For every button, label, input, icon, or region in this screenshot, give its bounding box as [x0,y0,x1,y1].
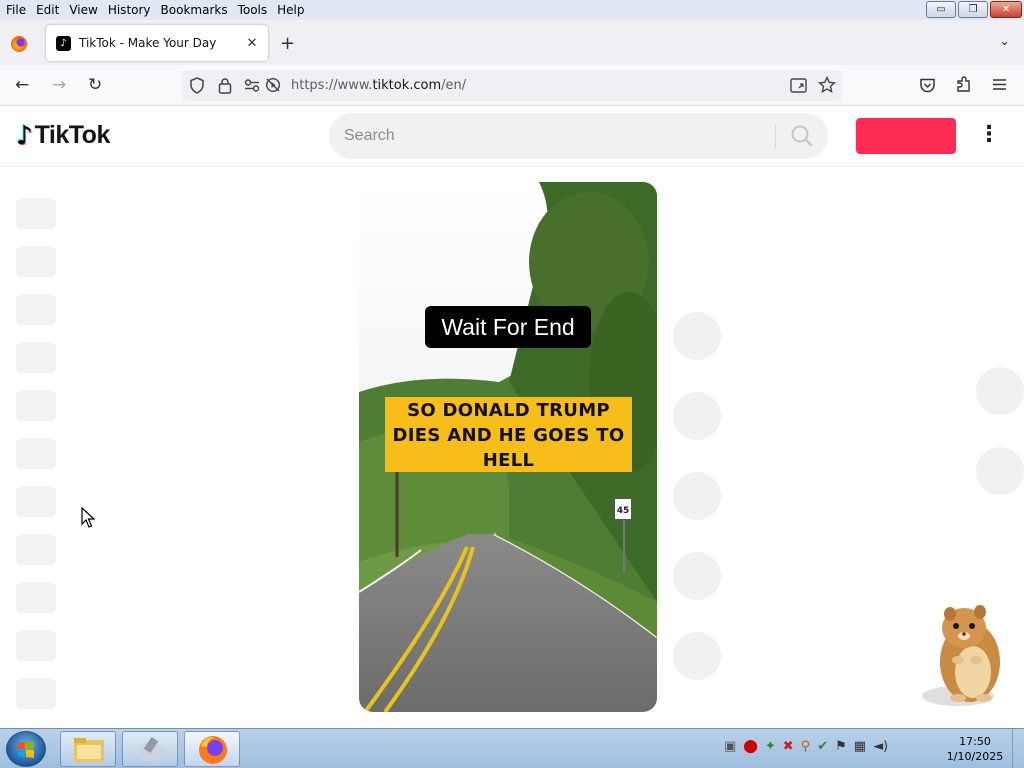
url-text[interactable]: https://www.tiktok.com/en/ [291,78,466,93]
tab-title: TikTok - Make Your Day [79,36,217,50]
sidebar-skeleton-item [16,294,56,325]
mouse-cursor-icon [81,507,95,528]
security-shield-icon[interactable]: ✔ [817,739,828,754]
caption-line: SO DONALD TRUMP [407,400,610,421]
nav-bar: ← → ↻ https://www.tiktok.com/en/ [0,65,1024,106]
search-input[interactable] [344,125,764,147]
tiktok-note-icon: ♪ [16,120,33,151]
restore-button[interactable]: ❐ [958,1,988,18]
url-bar[interactable]: https://www.tiktok.com/en/ [182,70,842,101]
tracking-shield-icon[interactable] [189,77,205,94]
search-box [329,113,828,159]
extensions-icon[interactable] [955,76,973,94]
action-center-flag-icon[interactable]: ⚑ [835,739,847,754]
hamster-desktop-pet[interactable] [918,600,1008,712]
action-button-placeholder[interactable] [673,312,721,360]
action-button-placeholder[interactable] [673,632,721,680]
back-button[interactable]: ← [15,75,29,95]
reader-view-icon[interactable] [790,78,807,93]
search-tray-icon[interactable]: ⚲ [801,739,811,754]
new-tab-button[interactable]: + [280,33,295,54]
tool-app-icon [138,736,164,761]
menu-history[interactable]: History [103,0,156,20]
system-tray: ▣ ⬤ ✦ ✖ ⚲ ✔ ⚑ ▦ ◄) [724,739,888,754]
firefox-icon [199,736,227,764]
taskbar: ▣ ⬤ ✦ ✖ ⚲ ✔ ⚑ ▦ ◄) 17:50 1/10/2025 [0,728,1024,768]
menu-bar: File Edit View History Bookmarks Tools H… [0,0,1024,20]
nav-arrow-placeholder[interactable] [976,367,1024,415]
bookmark-star-icon[interactable] [818,76,836,94]
sidebar-skeleton-item [16,486,56,517]
windows-logo-icon [18,741,34,758]
clock-date: 1/10/2025 [946,750,1004,763]
reload-button[interactable]: ↻ [88,75,102,95]
start-button[interactable] [6,731,46,767]
sidebar-skeleton-item [16,198,56,229]
tab-tiktok[interactable]: ♪ TikTok - Make Your Day ✕ [46,25,268,61]
sidebar-skeleton-item [16,390,56,421]
list-all-tabs-icon[interactable]: ⌄ [999,34,1010,49]
video-player[interactable]: 45 Wait For End SO DONALD TRUMP DIES AND… [359,182,657,712]
caption-line: HELL [482,450,535,471]
taskbar-app[interactable] [122,731,178,767]
menu-edit[interactable]: Edit [31,0,64,20]
taskbar-file-explorer[interactable] [60,731,116,767]
clock-time: 17:50 [959,735,991,748]
show-desktop-button[interactable] [1012,729,1024,768]
antivirus-icon[interactable]: ✖ [783,739,794,754]
taskbar-clock[interactable]: 17:50 1/10/2025 [944,734,1006,764]
login-button[interactable] [856,118,956,154]
firefox-view-icon[interactable] [11,36,27,52]
hamburger-menu-icon[interactable] [992,78,1007,91]
taskbar-firefox[interactable] [184,731,240,767]
url-suffix: /en/ [441,78,467,93]
network-globe-icon[interactable]: ✦ [765,739,776,754]
sidebar-skeleton-item [16,534,56,565]
volume-icon[interactable]: ◄) [873,739,888,754]
close-window-button[interactable]: ✕ [990,1,1022,18]
permissions-icon[interactable] [244,79,260,92]
caption-line: DIES AND HE GOES TO [392,425,625,446]
lock-icon[interactable] [218,77,232,94]
tray-app-icon[interactable]: ▣ [724,739,736,754]
minimize-button[interactable]: ▭ [926,1,956,18]
tiktok-favicon-icon: ♪ [56,35,71,51]
more-options-icon[interactable]: ⋮ [978,122,1000,147]
tiktok-wordmark: TikTok [34,121,111,149]
network-icon[interactable]: ▦ [854,739,866,754]
sidebar-skeleton-item [16,630,56,661]
sidebar-skeleton-item [16,342,56,373]
pocket-icon[interactable] [919,77,936,94]
tiktok-header: ♪ TikTok ⋮ [0,106,1024,167]
wait-for-end-label: Wait For End [425,306,591,348]
sidebar-skeleton-item [16,678,56,709]
action-button-placeholder[interactable] [673,472,721,520]
autoplay-blocked-icon[interactable] [265,77,281,93]
nav-arrow-placeholder[interactable] [976,447,1024,495]
menu-help[interactable]: Help [272,0,309,20]
sidebar-skeleton-item [16,246,56,277]
close-tab-icon[interactable]: ✕ [242,36,262,51]
video-caption: SO DONALD TRUMP DIES AND HE GOES TO HELL [385,397,632,472]
search-icon[interactable] [789,123,815,149]
url-prefix: https://www. [291,78,373,93]
speed-limit-sign: 45 [614,498,632,520]
forward-button[interactable]: → [52,75,66,95]
action-button-placeholder[interactable] [673,392,721,440]
search-divider [775,125,776,149]
record-icon[interactable]: ⬤ [743,739,758,754]
menu-view[interactable]: View [64,0,102,20]
menu-tools[interactable]: Tools [233,0,273,20]
menu-bookmarks[interactable]: Bookmarks [156,0,233,20]
sidebar-skeleton-item [16,438,56,469]
menu-file[interactable]: File [0,0,31,20]
tiktok-logo[interactable]: ♪ TikTok [16,121,110,150]
sidebar-skeleton-item [16,582,56,613]
action-button-placeholder[interactable] [673,552,721,600]
folder-icon [74,738,104,762]
tab-bar: ♪ TikTok - Make Your Day ✕ + ⌄ [0,20,1024,65]
url-domain: tiktok.com [372,78,442,93]
